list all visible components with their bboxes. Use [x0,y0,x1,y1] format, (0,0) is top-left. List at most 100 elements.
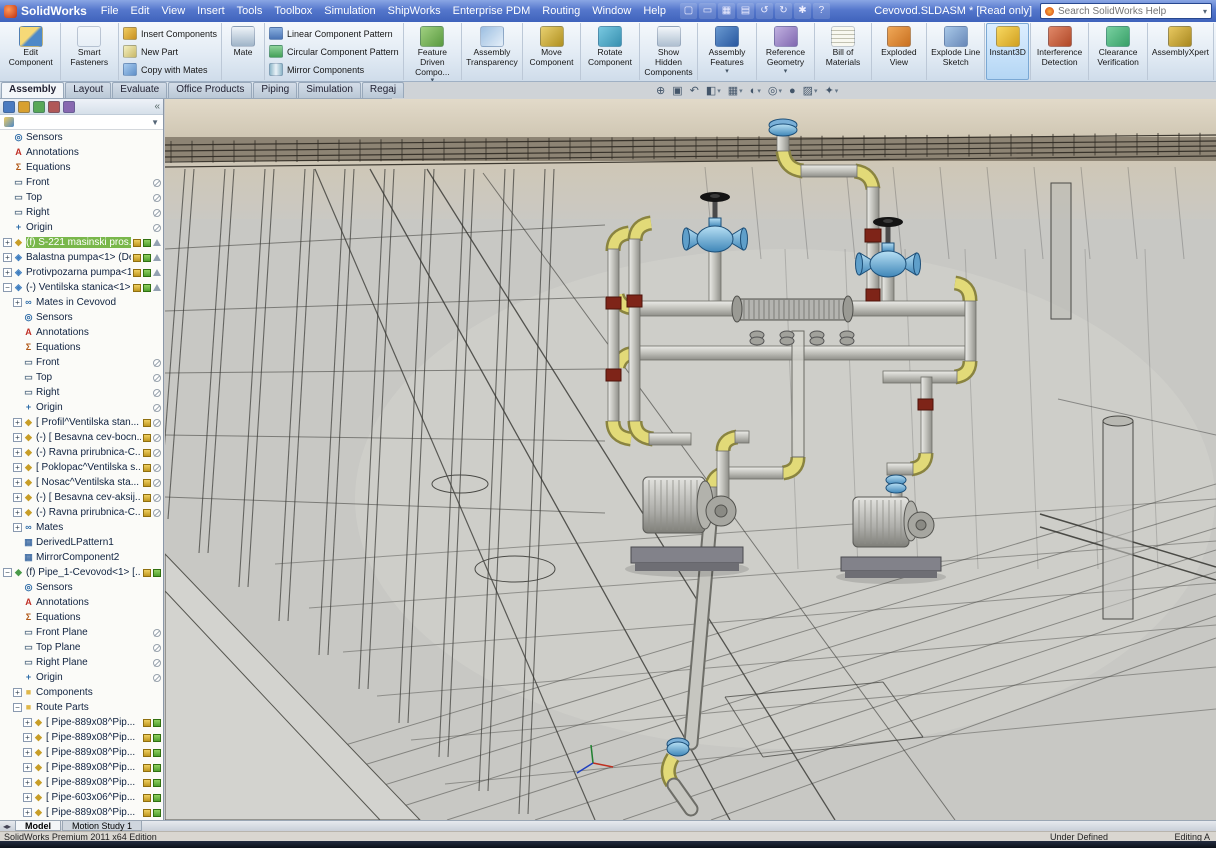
clearance-verification-button[interactable]: Clearance Verification [1090,23,1146,80]
flange-top[interactable] [769,119,797,136]
hidden-state-icon[interactable] [153,209,161,217]
tree-item-protivpozarna-pumpa-1[interactable]: +◈Protivpozarna pumpa<1... [0,265,163,280]
component-appearance-icon[interactable] [143,794,151,802]
component-visible-icon[interactable] [143,239,151,247]
dropdown-caret-icon[interactable]: ▾ [814,88,818,95]
tab-motion-study-1[interactable]: Motion Study 1 [62,821,142,831]
branch-flange[interactable] [780,337,794,345]
tree-item-sensors[interactable]: ◎Sensors [0,130,163,145]
reference-geometry-button[interactable]: Reference Geometry▾ [758,23,814,80]
assemblyxpert-button[interactable]: AssemblyXpert [1149,23,1212,80]
tree-item-front[interactable]: ▭Front [0,175,163,190]
dropdown-caret-icon[interactable]: ▾ [835,88,839,95]
pipe-segment[interactable] [735,431,749,443]
tree-item-origin[interactable]: +Origin [0,400,163,415]
tree-item-right[interactable]: ▭Right [0,205,163,220]
pipe-segment[interactable] [921,377,932,453]
hidden-state-icon[interactable] [153,509,161,517]
component-appearance-icon[interactable] [143,749,151,757]
pipe-segment[interactable] [867,187,879,233]
hidden-state-icon[interactable] [153,479,161,487]
expand-toggle-icon[interactable]: + [13,298,22,307]
component-visible-icon[interactable] [143,254,151,262]
component-appearance-icon[interactable] [143,719,151,727]
component-visible-icon[interactable] [153,764,161,772]
tab-regaj[interactable]: Regaj [362,82,404,98]
component-visible-icon[interactable] [153,809,161,817]
expand-toggle-icon[interactable]: + [13,463,22,472]
hidden-state-icon[interactable] [153,179,161,187]
flange-pump2b[interactable] [886,483,906,493]
display-pane-icon[interactable] [153,254,161,261]
hidden-state-icon[interactable] [153,419,161,427]
expand-toggle-icon[interactable]: + [13,448,22,457]
hidden-state-icon[interactable] [153,659,161,667]
tab-assembly[interactable]: Assembly [1,82,64,98]
tree-item-f-s-221-masinski-pros[interactable]: +◆(f) S-221 masinski pros... [0,235,163,250]
branch-flange[interactable] [840,337,854,345]
mirror-components-button[interactable]: Mirror Components [269,61,399,78]
hidden-state-icon[interactable] [153,434,161,442]
display-pane-icon[interactable] [153,269,161,276]
tree-item-ravna-prirubnica-c[interactable]: +◆(-) Ravna prirubnica-C... [0,505,163,520]
tree-item-pipe-889x08-pip[interactable]: +◆[ Pipe-889x08^Pip... [0,745,163,760]
featuremanager-icon[interactable] [3,101,15,113]
hidden-state-icon[interactable] [153,629,161,637]
pipe-segment[interactable] [883,371,957,383]
tab-simulation[interactable]: Simulation [298,82,361,98]
component-visible-icon[interactable] [143,284,151,292]
options-icon[interactable]: ✱ [794,3,811,19]
expand-toggle-icon[interactable]: + [13,433,22,442]
expand-toggle-icon[interactable]: + [23,718,32,727]
chevron-down-icon[interactable]: ▼ [151,118,159,127]
display-pane-icon[interactable] [153,239,161,246]
pipe-segment[interactable] [649,433,691,445]
pipe-coupling[interactable] [866,289,880,301]
open-icon[interactable]: ▭ [699,3,716,19]
apply-scene-icon[interactable]: ▨▾ [803,86,818,97]
pipe-segment[interactable] [717,451,729,501]
menu-toolbox[interactable]: Toolbox [268,2,318,20]
assembly-transparency-button[interactable]: Assembly Transparency [463,23,521,80]
rebuild-icon[interactable]: ↻ [775,3,792,19]
pipe-segment[interactable] [777,135,789,151]
exploded-view-button[interactable]: Exploded View [873,23,925,80]
tree-item-components[interactable]: +■Components [0,685,163,700]
component-appearance-icon[interactable] [143,569,151,577]
expand-toggle-icon[interactable]: + [23,793,32,802]
hidden-state-icon[interactable] [153,494,161,502]
chevron-down-icon[interactable]: ▾ [1203,7,1207,16]
menu-view[interactable]: View [156,2,192,20]
tree-item-front-plane[interactable]: ▭Front Plane [0,625,163,640]
expand-toggle-icon[interactable]: + [23,763,32,772]
expand-toggle-icon[interactable]: + [3,268,12,277]
expand-toggle-icon[interactable]: + [13,418,22,427]
configurationmanager-icon[interactable] [33,101,45,113]
pipe-segment[interactable] [608,249,619,421]
expand-toggle-icon[interactable]: + [23,778,32,787]
pipe-coupling[interactable] [918,399,933,410]
dropdown-caret-icon[interactable]: ▾ [757,88,761,95]
hidden-state-icon[interactable] [153,374,161,382]
component-appearance-icon[interactable] [143,509,151,517]
tree-item-top[interactable]: ▭Top [0,190,163,205]
expand-toggle-icon[interactable]: + [23,808,32,817]
tree-collapse-button[interactable]: « [154,101,160,112]
graphics-area[interactable] [165,99,1216,820]
expand-toggle-icon[interactable]: + [13,508,22,517]
search-input[interactable] [1058,6,1199,17]
pipe-segment[interactable] [709,251,721,303]
hidden-state-icon[interactable] [153,449,161,457]
expand-toggle-icon[interactable]: − [3,568,12,577]
branch-flange[interactable] [810,337,824,345]
tab-model[interactable]: Model [15,821,61,831]
undo-icon[interactable]: ↺ [756,3,773,19]
tree-item-origin[interactable]: +Origin [0,670,163,685]
pipe-coupling[interactable] [627,295,642,307]
display-pane-icon[interactable] [153,284,161,291]
expand-toggle-icon[interactable]: + [23,733,32,742]
pipe-segment[interactable] [801,165,857,177]
view-settings-icon[interactable]: ✦▾ [825,86,839,97]
component-appearance-icon[interactable] [133,254,141,262]
previous-view-icon[interactable]: ↶ [690,86,699,97]
